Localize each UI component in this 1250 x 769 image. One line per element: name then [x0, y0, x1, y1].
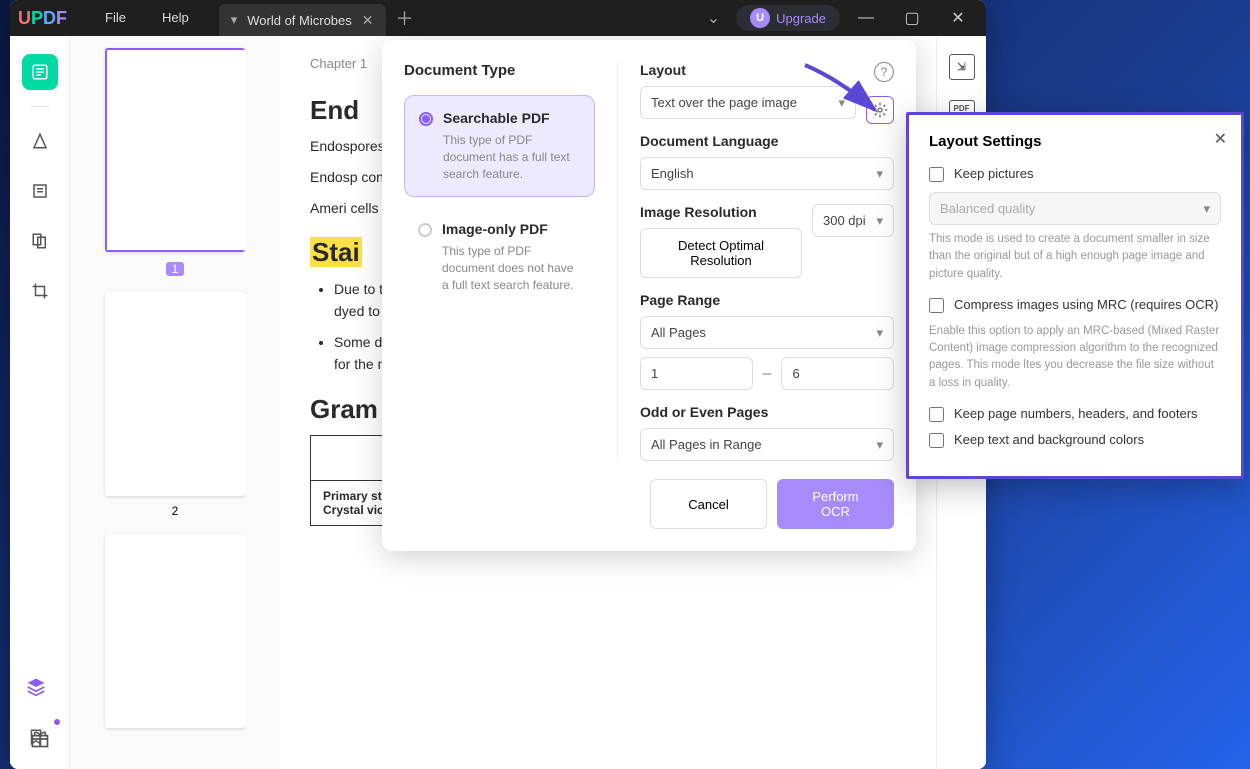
- keep-pagenums-checkbox[interactable]: Keep page numbers, headers, and footers: [929, 406, 1221, 422]
- close-button[interactable]: ✕: [938, 0, 978, 36]
- main-menu: File Help: [87, 0, 207, 36]
- page-number-2: 2: [82, 504, 268, 518]
- doctype-imageonly[interactable]: Image-only PDF This type of PDF document…: [404, 207, 595, 307]
- menu-file[interactable]: File: [87, 0, 144, 36]
- ocr-panel: ? Document Type Searchable PDF This type…: [382, 40, 916, 551]
- annotate-icon[interactable]: [22, 123, 58, 159]
- perform-ocr-button[interactable]: Perform OCR: [777, 479, 894, 529]
- document-type-heading: Document Type: [404, 62, 595, 79]
- tab-title: World of Microbes: [247, 13, 352, 28]
- minimize-button[interactable]: —: [846, 0, 886, 36]
- page-number-1: 1: [166, 262, 184, 276]
- radio-icon: [419, 112, 433, 126]
- page-thumbnail-2[interactable]: [105, 292, 245, 496]
- thumbnail-panel: 1 2: [70, 36, 280, 769]
- organize-pages-icon[interactable]: [22, 223, 58, 259]
- titlebar: UPDF File Help ▾ World of Microbes ✕ ＋ ⌄…: [10, 0, 986, 36]
- breadcrumb: Chapter 1: [310, 56, 367, 71]
- doctype-searchable[interactable]: Searchable PDF This type of PDF document…: [404, 95, 595, 197]
- page-to-input[interactable]: 6: [781, 357, 894, 390]
- export-icon[interactable]: ⇲: [949, 54, 975, 80]
- odd-even-select[interactable]: All Pages in Range: [640, 428, 894, 461]
- reader-mode-icon[interactable]: [22, 54, 58, 90]
- keep-colors-checkbox[interactable]: Keep text and background colors: [929, 432, 1221, 448]
- upgrade-button[interactable]: U Upgrade: [736, 5, 840, 31]
- language-select[interactable]: English: [640, 157, 894, 190]
- range-dash: –: [763, 365, 772, 383]
- odd-even-heading: Odd or Even Pages: [640, 404, 894, 420]
- quality-select[interactable]: Balanced quality: [929, 192, 1221, 225]
- layout-settings-popup: ✕ Layout Settings Keep pictures Balanced…: [906, 112, 1244, 479]
- page-thumbnail-3[interactable]: [105, 534, 245, 728]
- page-from-input[interactable]: 1: [640, 357, 753, 390]
- maximize-button[interactable]: ▢: [892, 0, 932, 36]
- upgrade-label: Upgrade: [776, 11, 826, 26]
- left-toolbar: [10, 36, 70, 769]
- popup-title: Layout Settings: [929, 133, 1221, 150]
- layers-icon[interactable]: [18, 669, 54, 705]
- resolution-heading: Image Resolution: [640, 204, 802, 220]
- tab-dropdown-icon[interactable]: ▾: [231, 12, 238, 28]
- help-icon[interactable]: ?: [874, 62, 894, 82]
- resolution-select[interactable]: 300 dpi: [812, 204, 894, 237]
- layout-settings-gear-icon[interactable]: [866, 96, 894, 124]
- new-tab-button[interactable]: ＋: [396, 5, 414, 31]
- upgrade-badge-icon: U: [750, 8, 770, 28]
- tab-close-icon[interactable]: ✕: [362, 12, 374, 29]
- cancel-button[interactable]: Cancel: [650, 479, 767, 529]
- document-tab[interactable]: ▾ World of Microbes ✕: [219, 4, 386, 36]
- page-range-select[interactable]: All Pages: [640, 316, 894, 349]
- edit-text-icon[interactable]: [22, 173, 58, 209]
- bookmark-icon[interactable]: [18, 719, 54, 755]
- page-range-heading: Page Range: [640, 292, 894, 308]
- layout-heading: Layout: [640, 62, 894, 78]
- page-thumbnail-1[interactable]: [105, 48, 245, 252]
- mrc-note: Enable this option to apply an MRC-based…: [929, 323, 1221, 392]
- layout-select[interactable]: Text over the page image: [640, 86, 856, 119]
- language-heading: Document Language: [640, 133, 894, 149]
- popup-close-icon[interactable]: ✕: [1214, 129, 1227, 149]
- app-logo: UPDF: [18, 8, 67, 29]
- keep-pictures-checkbox[interactable]: Keep pictures: [929, 166, 1221, 182]
- mrc-checkbox[interactable]: Compress images using MRC (requires OCR): [929, 297, 1221, 313]
- quality-note: This mode is used to create a document s…: [929, 231, 1221, 283]
- tab-list-chevron-icon[interactable]: ⌄: [707, 8, 720, 28]
- detect-resolution-button[interactable]: Detect Optimal Resolution: [640, 228, 802, 278]
- crop-icon[interactable]: [22, 273, 58, 309]
- menu-help[interactable]: Help: [144, 0, 207, 36]
- radio-icon: [418, 223, 432, 237]
